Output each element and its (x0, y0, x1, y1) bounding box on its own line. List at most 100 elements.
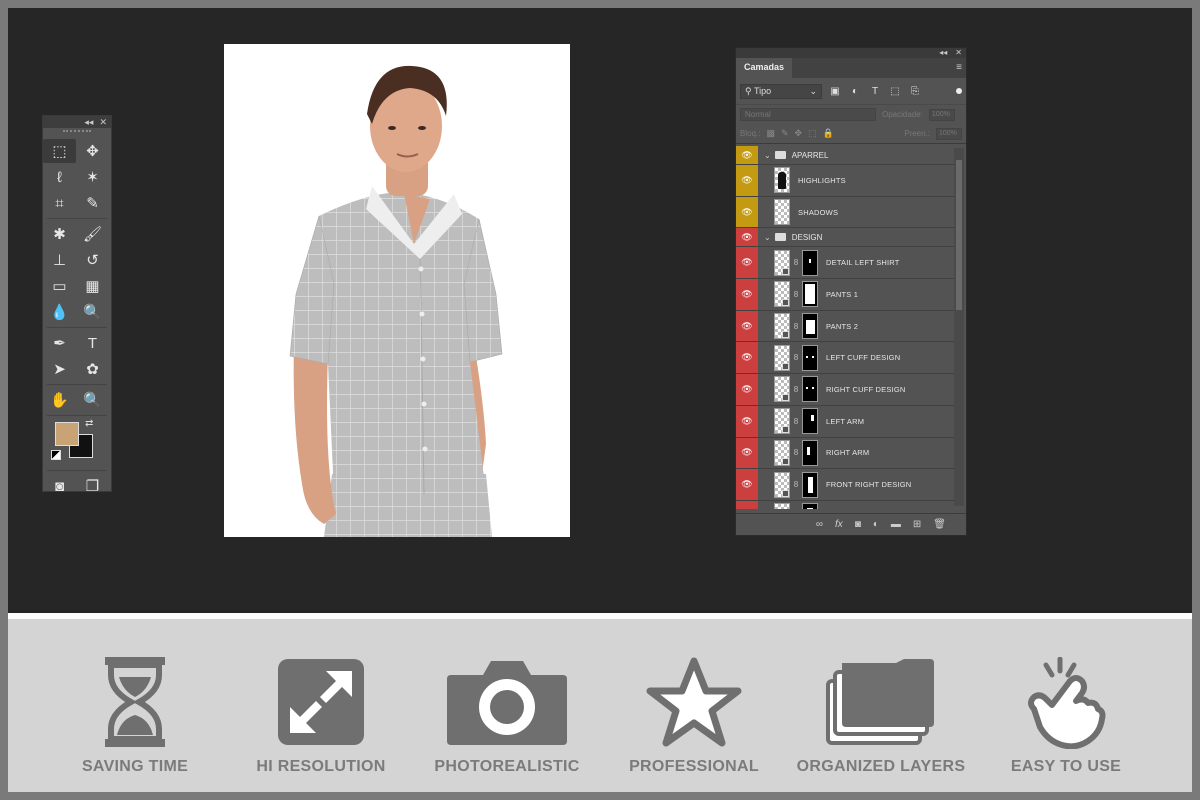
filter-adjustment-icon[interactable]: ◐ (848, 86, 862, 97)
drag-grip[interactable] (63, 130, 91, 136)
layer-mask-thumbnail[interactable] (802, 503, 818, 509)
fx-icon[interactable]: fx (835, 519, 843, 530)
layer-group-row[interactable]: 👁 ⌄ APARREL (736, 146, 954, 165)
eyedropper-icon[interactable]: ✎ (76, 191, 109, 215)
layer-row[interactable]: 👁 8 RIGHT CUFF DESIGN (736, 374, 954, 406)
layer-mask-thumbnail[interactable] (802, 408, 818, 435)
filter-shape-icon[interactable]: ⬚ (888, 86, 902, 97)
visibility-eye-icon[interactable]: 👁 (736, 437, 758, 469)
filter-smart-object-icon[interactable]: ⎘ (908, 86, 922, 97)
type-icon[interactable]: T (76, 331, 109, 355)
visibility-eye-icon[interactable]: 👁 (736, 146, 758, 164)
link-chain-icon[interactable]: 8 (792, 258, 800, 267)
lock-all-icon[interactable]: 🔒 (823, 128, 834, 139)
default-colors-icon[interactable] (51, 450, 61, 460)
visibility-eye-icon[interactable]: 👁 (736, 374, 758, 405)
layer-row[interactable]: 👁 HIGHLIGHTS (736, 165, 954, 197)
close-icon[interactable]: ✕ (99, 117, 107, 128)
collapse-icon[interactable]: ◂◂ (84, 117, 93, 128)
layer-list-scrollbar[interactable] (954, 148, 964, 506)
layer-mask-thumbnail[interactable] (802, 281, 818, 308)
shape-icon[interactable]: ✿ (76, 357, 109, 381)
opacity-field[interactable]: 100% (928, 108, 955, 121)
rectangular-marquee-icon[interactable]: ⬚ (43, 139, 76, 163)
visibility-eye-icon[interactable]: 👁 (736, 469, 758, 500)
dodge-icon[interactable]: 🔍 (76, 300, 109, 324)
history-brush-icon[interactable]: ↺ (76, 248, 109, 272)
tab-layers[interactable]: Camadas (736, 58, 793, 78)
gradient-icon[interactable]: ▦ (76, 274, 109, 298)
blur-icon[interactable]: 💧 (43, 300, 76, 324)
chevron-down-icon[interactable]: ⌄ (764, 233, 771, 242)
blend-mode-select[interactable]: Normal (740, 108, 876, 121)
layer-mask-thumbnail[interactable] (802, 313, 818, 340)
link-chain-icon[interactable]: 8 (792, 385, 800, 394)
adjustment-layer-icon[interactable]: ◐ (873, 519, 879, 530)
lock-position-icon[interactable]: ✥ (795, 128, 803, 139)
visibility-eye-icon[interactable]: 👁 (736, 500, 758, 509)
panel-menu-icon[interactable]: ≡ (956, 62, 962, 78)
brush-icon[interactable]: 🖌 (76, 222, 109, 246)
visibility-eye-icon[interactable]: 👁 (736, 279, 758, 310)
eraser-icon[interactable]: ▭ (43, 274, 76, 298)
link-chain-icon[interactable]: 8 (792, 290, 800, 299)
lock-transparency-icon[interactable]: ▩ (766, 128, 775, 139)
quick-mask-icon[interactable]: ◙ (43, 474, 76, 498)
document-canvas[interactable] (224, 44, 570, 537)
layer-row[interactable]: 👁 8 RIGHT ARM (736, 437, 954, 470)
path-selection-icon[interactable]: ➤ (43, 357, 76, 381)
move-icon[interactable]: ✥ (76, 139, 109, 163)
layer-row[interactable]: 👁 8 LEFT ARM (736, 405, 954, 438)
visibility-eye-icon[interactable]: 👁 (736, 310, 758, 342)
layer-mask-thumbnail[interactable] (802, 439, 818, 466)
add-mask-icon[interactable]: ◙ (855, 519, 861, 530)
lock-pixels-icon[interactable]: ✎ (781, 128, 789, 139)
visibility-eye-icon[interactable]: 👁 (736, 196, 758, 228)
layer-row[interactable]: 👁 8 LEFT CUFF DESIGN (736, 342, 954, 375)
layer-group-row[interactable]: 👁 ⌄ DESIGN (736, 228, 954, 248)
hand-icon[interactable]: ✋ (43, 388, 76, 412)
layer-mask-thumbnail[interactable] (802, 376, 818, 403)
crop-icon[interactable]: ⌗ (43, 191, 76, 215)
collapse-icon[interactable]: ◂◂ (939, 48, 947, 58)
visibility-eye-icon[interactable]: 👁 (736, 228, 758, 247)
layer-row[interactable]: 👁 SHADOWS (736, 196, 954, 229)
healing-brush-icon[interactable]: ✱ (43, 222, 76, 246)
layer-mask-thumbnail[interactable] (802, 249, 818, 276)
layer-row[interactable]: 👁 8 FRONT RIGHT DESIGN (736, 469, 954, 501)
clone-stamp-icon[interactable]: ⊥ (43, 248, 76, 272)
trash-icon[interactable]: 🗑 (933, 519, 946, 530)
new-layer-icon[interactable]: ⊞ (913, 519, 921, 530)
visibility-eye-icon[interactable]: 👁 (736, 247, 758, 279)
lock-artboard-icon[interactable]: ⬚ (808, 128, 817, 139)
filter-toggle[interactable] (956, 88, 962, 94)
foreground-color-swatch[interactable] (55, 422, 79, 446)
screen-mode-icon[interactable]: ❐ (76, 474, 109, 498)
zoom-icon[interactable]: 🔍 (76, 388, 109, 412)
chevron-down-icon[interactable]: ⌄ (764, 151, 771, 160)
link-chain-icon[interactable]: 8 (792, 480, 800, 489)
layer-row[interactable]: 👁 8 (736, 500, 954, 509)
link-chain-icon[interactable]: 8 (792, 417, 800, 426)
link-chain-icon[interactable]: 8 (792, 353, 800, 362)
filter-type-icon[interactable]: T (868, 86, 882, 97)
visibility-eye-icon[interactable]: 👁 (736, 165, 758, 196)
magic-wand-icon[interactable]: ✶ (76, 165, 109, 189)
visibility-eye-icon[interactable]: 👁 (736, 342, 758, 374)
link-layers-icon[interactable]: ∞ (816, 519, 823, 530)
fill-field[interactable]: 100% (936, 127, 962, 140)
new-group-icon[interactable]: ▬ (891, 519, 901, 530)
layer-row[interactable]: 👁 8 DETAIL LEFT SHIRT (736, 247, 954, 280)
visibility-eye-icon[interactable]: 👁 (736, 405, 758, 437)
close-icon[interactable]: ✕ (955, 48, 962, 58)
swap-colors-icon[interactable]: ⇄ (85, 418, 93, 429)
filter-kind-select[interactable]: ⚲ Tipo ⌄ (740, 83, 822, 99)
link-chain-icon[interactable]: 8 (792, 448, 800, 457)
lasso-icon[interactable]: ℓ (43, 165, 76, 189)
layer-mask-thumbnail[interactable] (802, 471, 818, 498)
layer-mask-thumbnail[interactable] (802, 344, 818, 371)
filter-pixel-icon[interactable]: ▣ (828, 86, 842, 97)
layer-row[interactable]: 👁 8 PANTS 2 (736, 310, 954, 343)
pen-icon[interactable]: ✒ (43, 331, 76, 355)
layer-row[interactable]: 👁 8 PANTS 1 (736, 279, 954, 311)
